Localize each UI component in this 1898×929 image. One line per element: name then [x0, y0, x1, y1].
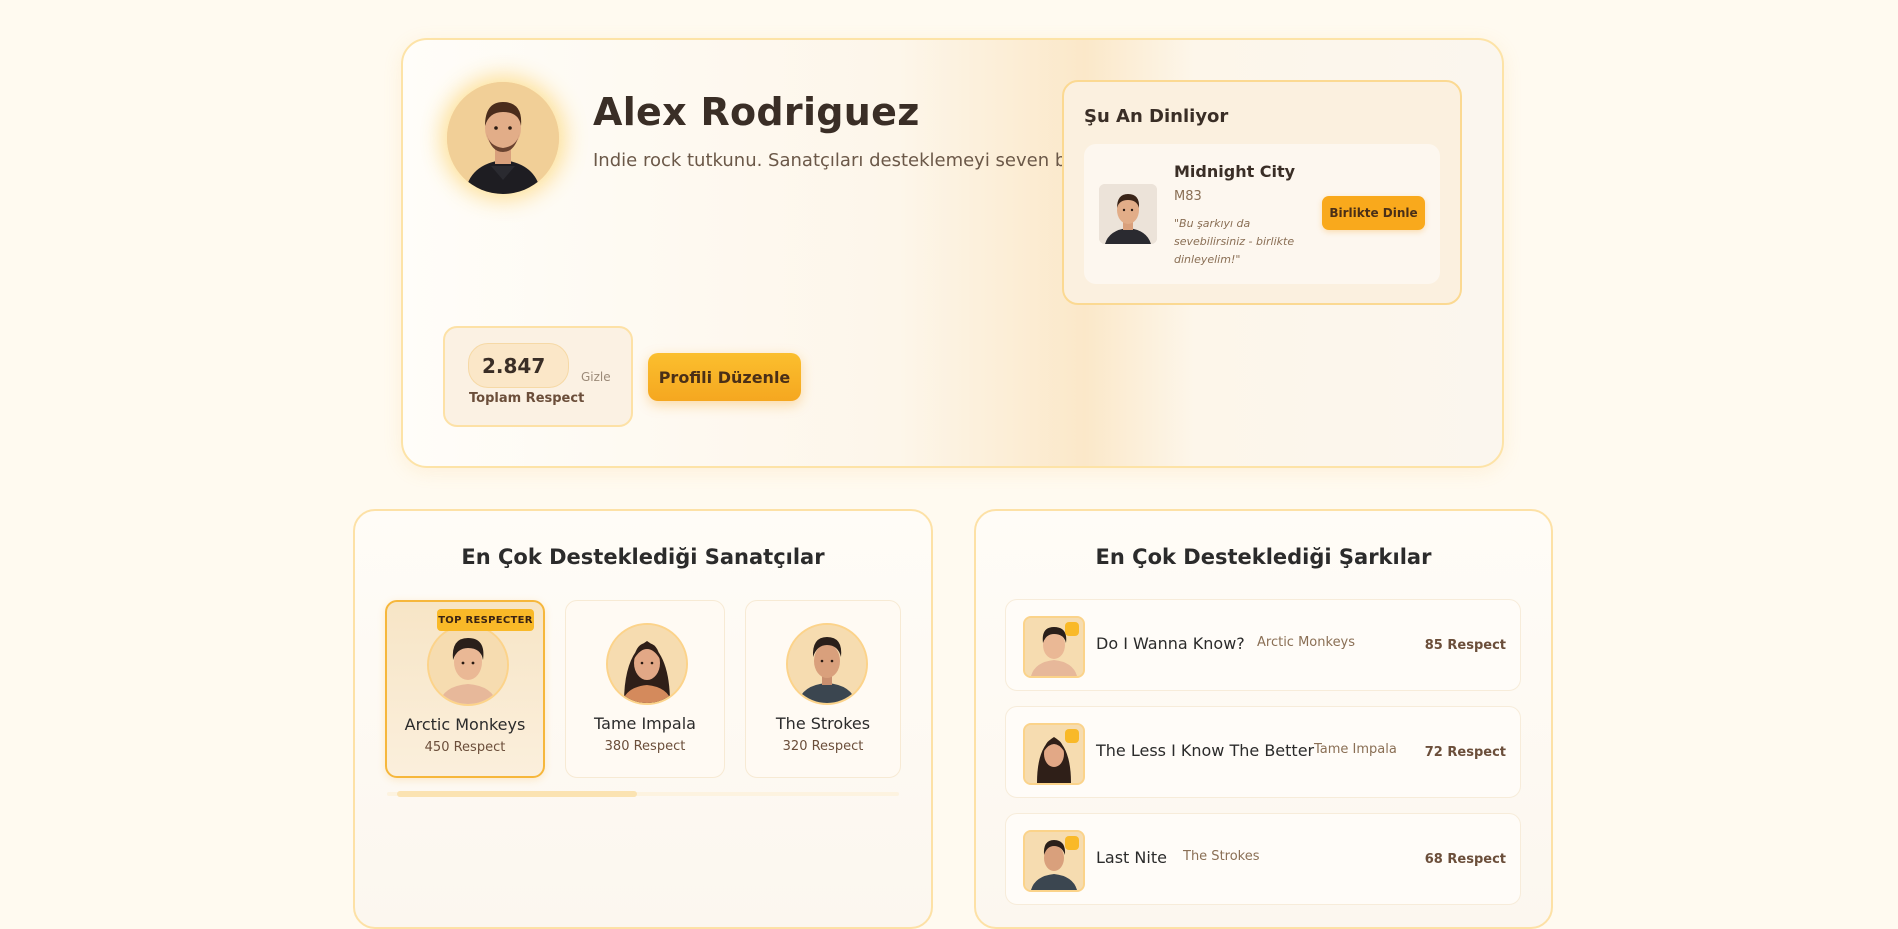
song-badge-icon — [1065, 836, 1079, 850]
top-respecter-badge: TOP RESPECTER — [437, 609, 534, 631]
respect-value: 2.847 — [482, 354, 546, 378]
artist-respect: 380 Respect — [604, 739, 686, 754]
song-artist: The Strokes — [1183, 849, 1260, 864]
artist-name: The Strokes — [775, 714, 871, 733]
song-name: The Less I Know The Better — [1096, 741, 1315, 760]
artist-photo — [427, 624, 509, 706]
now-track-name: Midnight City — [1174, 162, 1296, 181]
artist-photo — [606, 623, 688, 705]
artist-photo — [786, 623, 868, 705]
user-bio: Indie rock tutkunu. Sanatçıları destekle… — [593, 150, 1090, 171]
song-row[interactable]: Last Nite The Strokes 68 Respect — [1005, 813, 1521, 905]
now-track-note: "Bu şarkıyı da sevebilirsiniz - birlikte… — [1174, 217, 1295, 266]
song-artist: Arctic Monkeys — [1257, 635, 1356, 650]
listen-together-button[interactable]: Birlikte Dinle — [1322, 196, 1425, 230]
top-songs-title: En Çok Desteklediği Şarkılar — [1095, 545, 1432, 569]
artist-name: Tame Impala — [594, 714, 696, 733]
artist-respect: 320 Respect — [782, 739, 864, 754]
top-artists-title: En Çok Desteklediği Sanatçılar — [461, 545, 825, 569]
song-row[interactable]: Do I Wanna Know? Arctic Monkeys 85 Respe… — [1005, 599, 1521, 691]
artists-scrollbar-thumb[interactable] — [397, 791, 637, 797]
artist-tile[interactable]: Tame Impala 380 Respect — [565, 600, 725, 778]
song-artist: Tame Impala — [1314, 742, 1397, 757]
song-respect: 85 Respect — [1424, 638, 1506, 653]
song-row[interactable]: The Less I Know The Better Tame Impala 7… — [1005, 706, 1521, 798]
avatar — [447, 82, 559, 194]
song-cover — [1023, 616, 1085, 678]
artist-name: Arctic Monkeys — [404, 715, 526, 734]
song-badge-icon — [1065, 622, 1079, 636]
artist-respect: 450 Respect — [424, 740, 506, 755]
song-name: Last Nite — [1096, 848, 1167, 867]
song-respect: 68 Respect — [1424, 852, 1506, 867]
song-respect: 72 Respect — [1424, 745, 1506, 760]
song-name: Do I Wanna Know? — [1096, 634, 1245, 653]
now-track-cover — [1099, 184, 1157, 244]
song-cover — [1023, 830, 1085, 892]
artist-tile[interactable]: The Strokes 320 Respect — [745, 600, 901, 778]
song-badge-icon — [1065, 729, 1079, 743]
song-cover — [1023, 723, 1085, 785]
respect-label: Toplam Respect — [469, 391, 585, 406]
now-playing-title: Şu An Dinliyor — [1084, 106, 1229, 127]
now-track-artist: M83 — [1174, 189, 1202, 204]
user-name: Alex Rodriguez — [593, 90, 920, 134]
hide-respect-toggle[interactable]: Gizle — [581, 370, 611, 384]
edit-profile-button[interactable]: Profili Düzenle — [648, 353, 801, 401]
